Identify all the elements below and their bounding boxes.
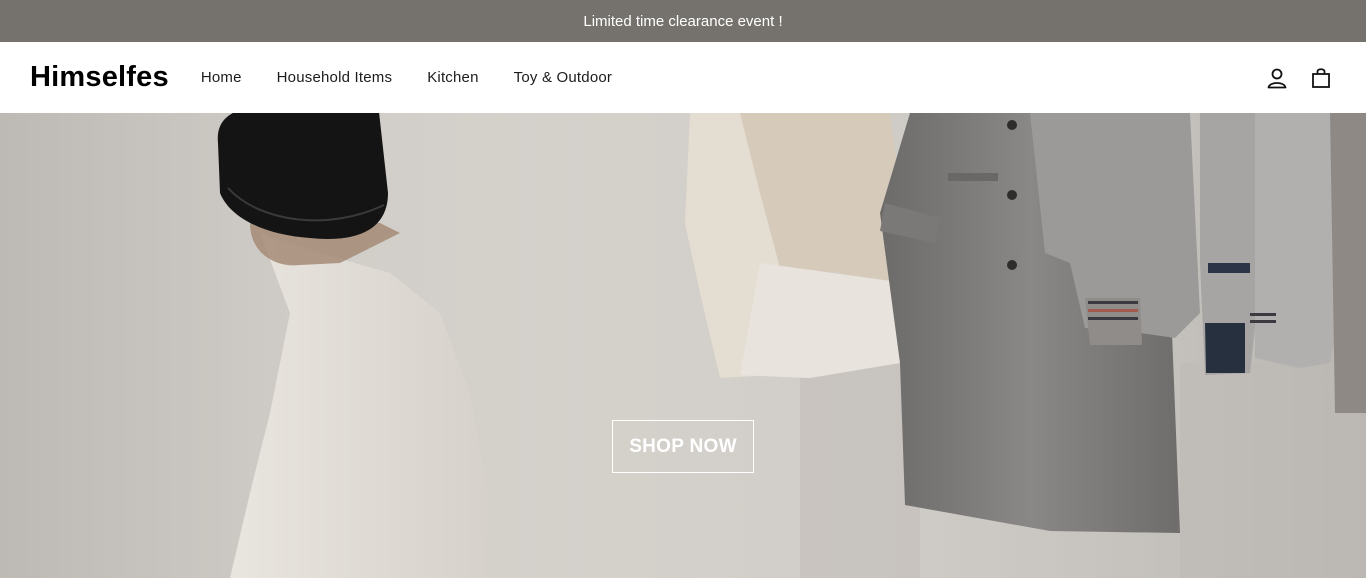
cart-icon[interactable] [1310, 67, 1332, 89]
main-nav: Home Household Items Kitchen Toy & Outdo… [201, 69, 647, 86]
hero-banner: SHOP NOW [0, 113, 1366, 578]
site-header: Himselfes Home Household Items Kitchen T… [0, 42, 1366, 113]
account-icon[interactable] [1266, 67, 1288, 89]
announcement-bar: Limited time clearance event ! [0, 0, 1366, 42]
nav-household-items[interactable]: Household Items [277, 69, 393, 86]
header-icons [1266, 42, 1332, 113]
nav-home[interactable]: Home [201, 69, 242, 86]
hero-image [0, 113, 1366, 578]
shop-now-button[interactable]: SHOP NOW [612, 420, 754, 473]
nav-toy-outdoor[interactable]: Toy & Outdoor [514, 69, 612, 86]
site-logo[interactable]: Himselfes [30, 61, 169, 94]
nav-kitchen[interactable]: Kitchen [427, 69, 478, 86]
announcement-text: Limited time clearance event ! [583, 12, 783, 30]
